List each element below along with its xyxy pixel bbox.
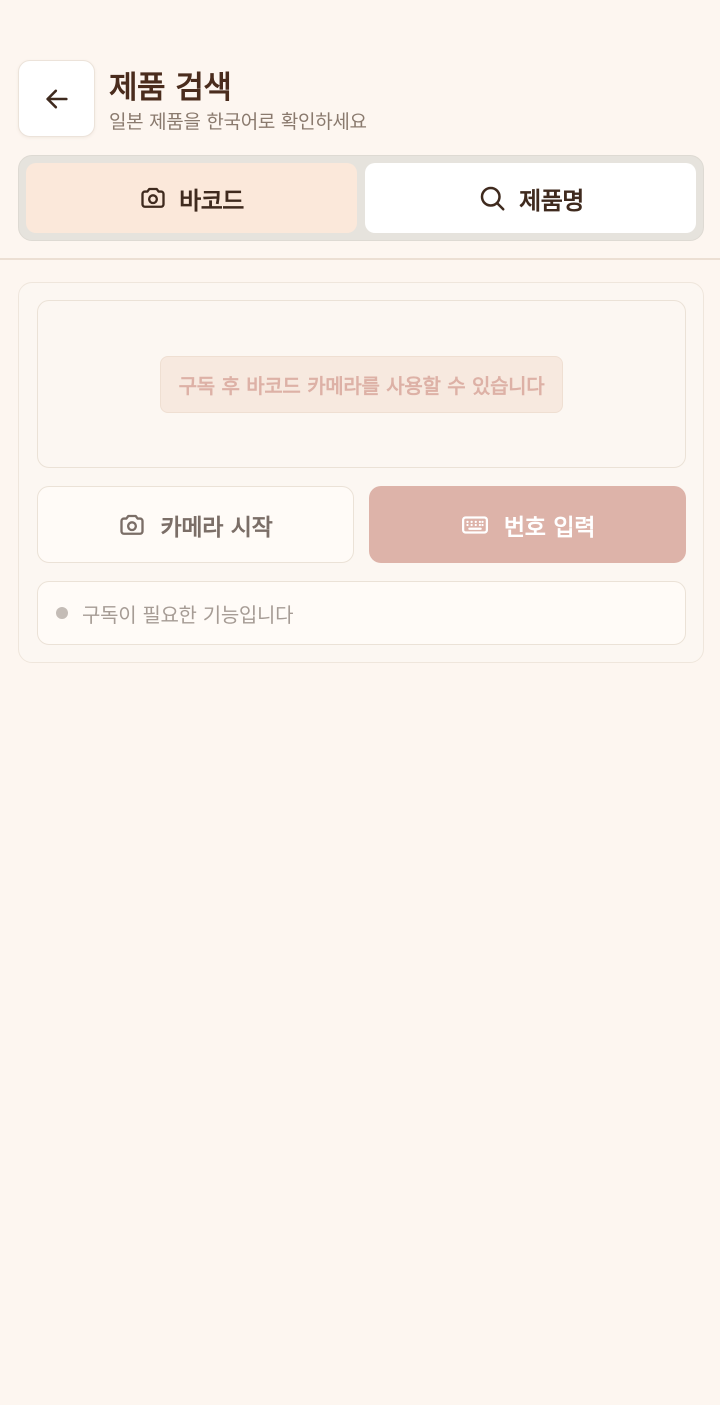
product-search-screen: 제품 검색 일본 제품을 한국어로 확인하세요 바코드 제품명 구독 후 바코드… (0, 0, 720, 1405)
divider (0, 258, 720, 260)
barcode-scanner-card: 구독 후 바코드 카메라를 사용할 수 있습니다 카메라 시작 번호 입력 구독… (18, 282, 704, 663)
start-camera-button[interactable]: 카메라 시작 (37, 486, 354, 563)
search-icon (480, 186, 505, 211)
keyboard-icon (461, 515, 488, 534)
enter-number-button[interactable]: 번호 입력 (369, 486, 686, 563)
start-camera-label: 카메라 시작 (160, 514, 273, 541)
camera-icon (141, 187, 165, 208)
camera-preview-area: 구독 후 바코드 카메라를 사용할 수 있습니다 (37, 300, 686, 468)
header: 제품 검색 일본 제품을 한국어로 확인하세요 (18, 60, 702, 138)
tab-product-name[interactable]: 제품명 (365, 163, 696, 233)
back-button[interactable] (18, 60, 95, 137)
status-dot-icon (56, 607, 68, 619)
camera-icon (120, 514, 145, 535)
search-mode-tabs: 바코드 제품명 (18, 155, 704, 241)
tab-barcode[interactable]: 바코드 (26, 163, 357, 233)
enter-number-label: 번호 입력 (503, 514, 596, 541)
arrow-left-icon (45, 89, 68, 108)
status-text: 구독이 필요한 기능입니다 (82, 602, 294, 627)
tab-barcode-label: 바코드 (179, 186, 244, 215)
tab-product-name-label: 제품명 (519, 186, 584, 215)
subscription-notice: 구독 후 바코드 카메라를 사용할 수 있습니다 (159, 355, 564, 413)
status-bar: 구독이 필요한 기능입니다 (37, 581, 686, 645)
page-title: 제품 검색 (109, 70, 232, 106)
page-subtitle: 일본 제품을 한국어로 확인하세요 (109, 111, 367, 133)
